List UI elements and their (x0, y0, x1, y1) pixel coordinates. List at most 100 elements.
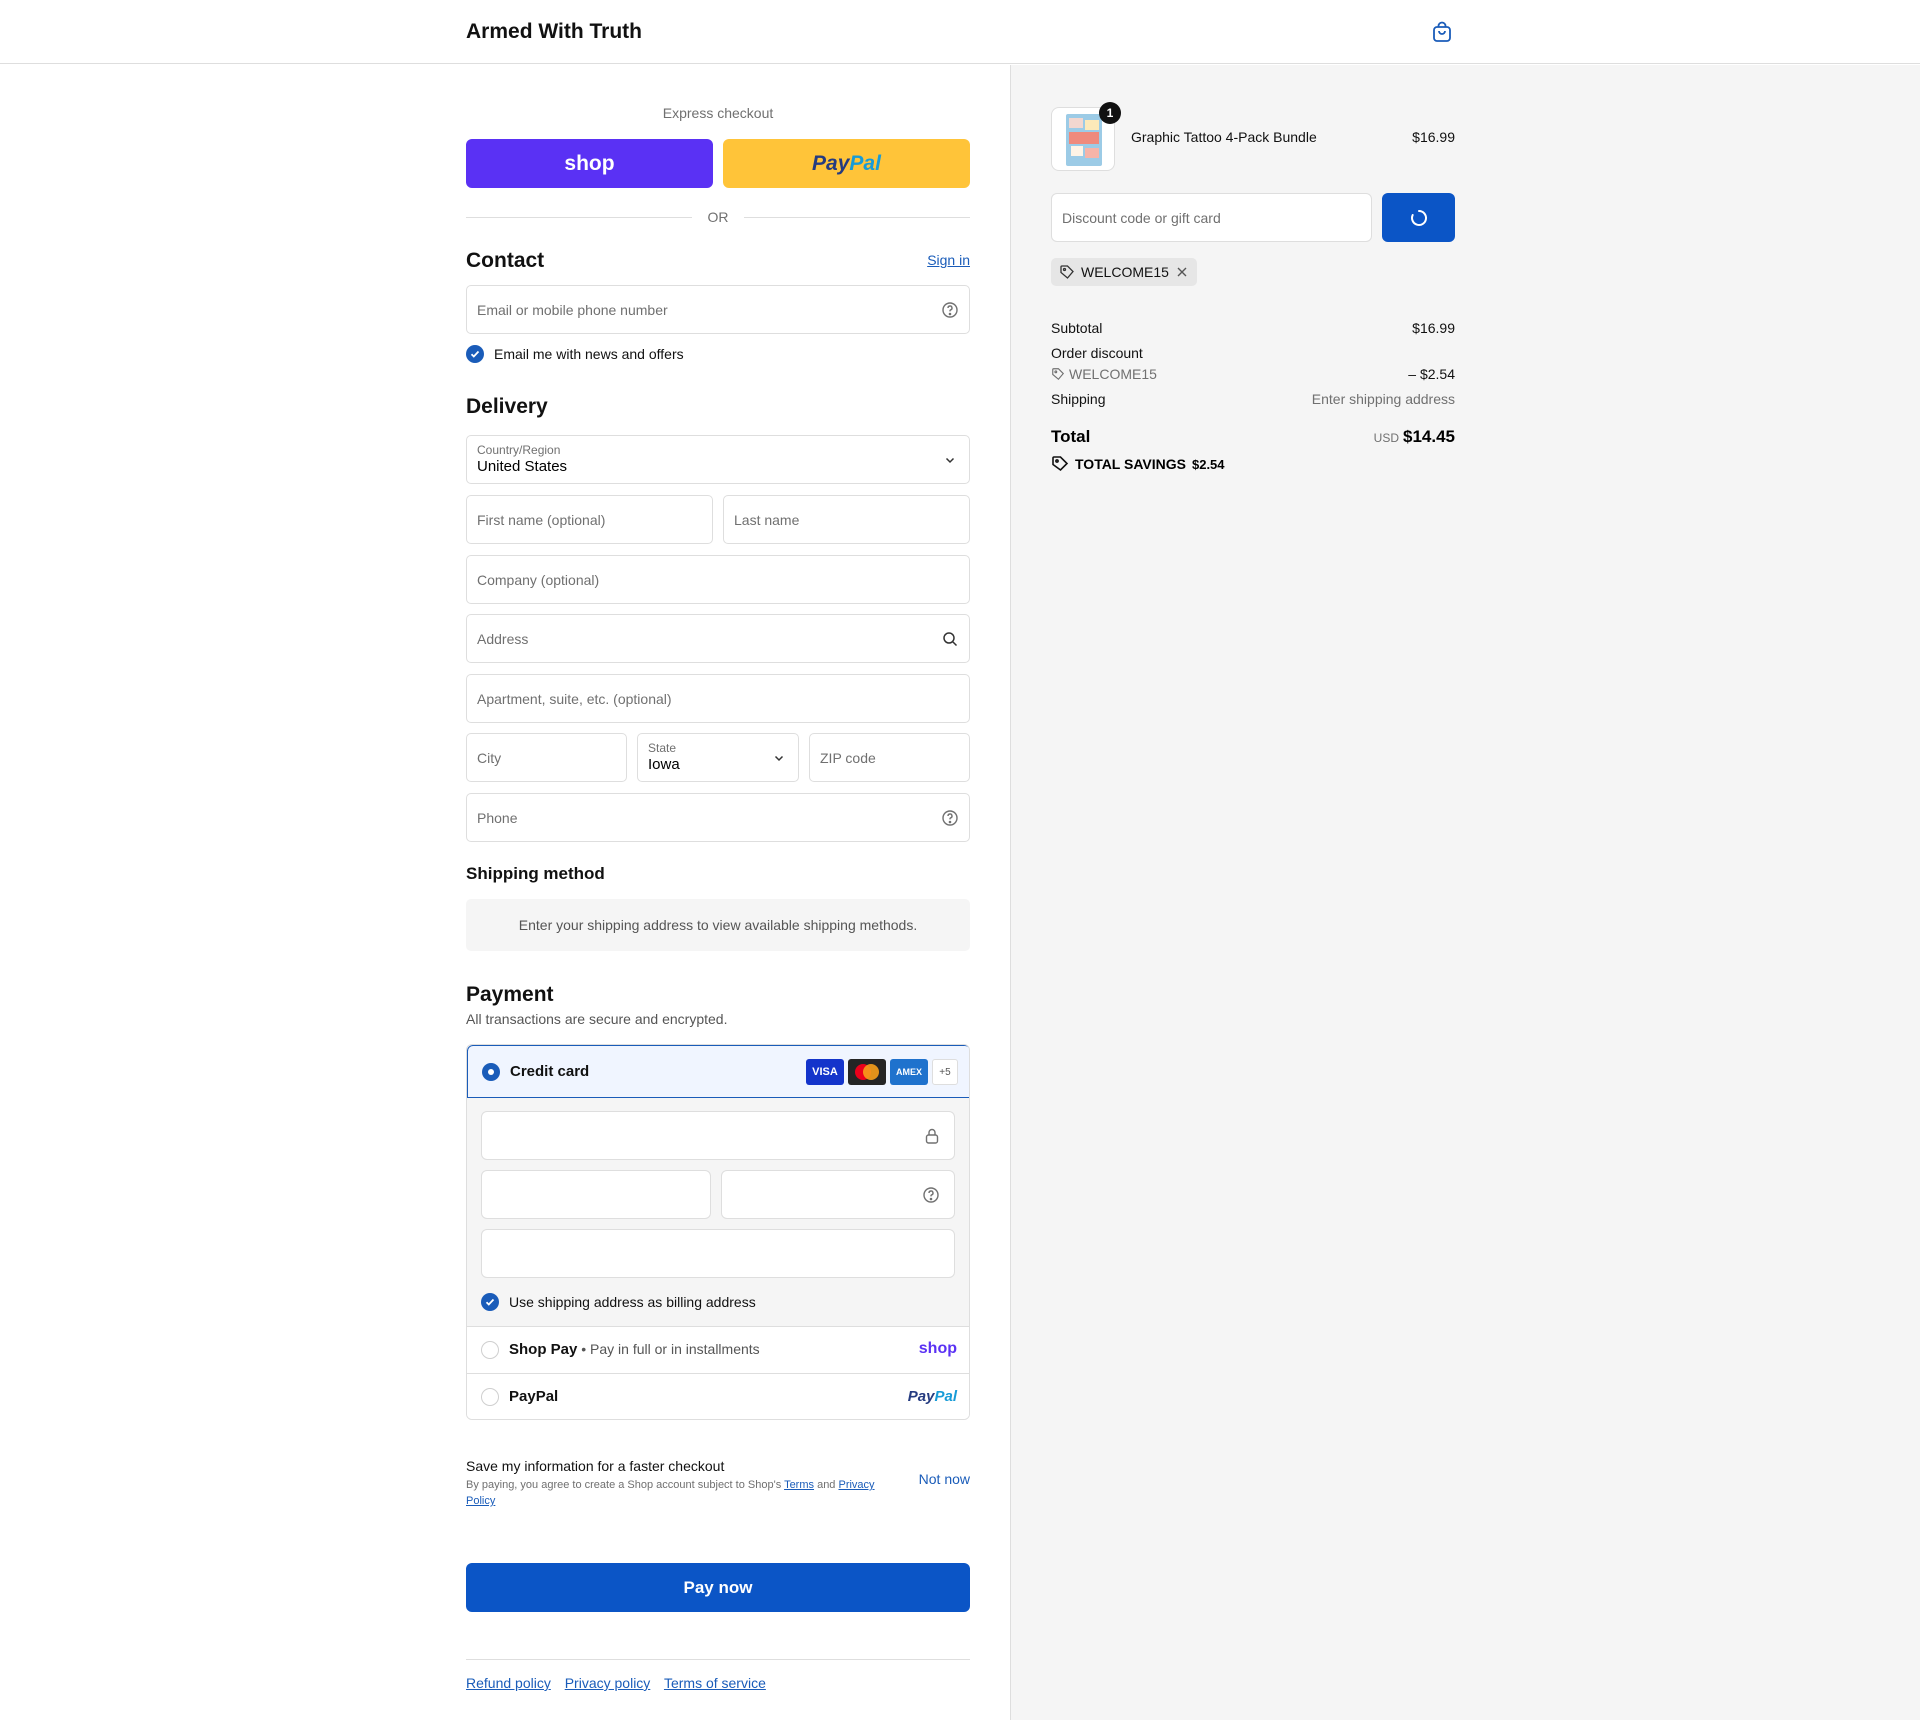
lock-icon (925, 1128, 939, 1144)
checkmark-icon (470, 350, 480, 358)
shop-pay-label: Shop Pay (509, 1341, 578, 1358)
apartment-field[interactable]: Apartment, suite, etc. (optional) (466, 674, 970, 723)
subtotal-label: Subtotal (1051, 320, 1103, 336)
express-checkout-title: Express checkout (662, 105, 774, 121)
credit-card-radio[interactable] (482, 1063, 500, 1081)
email-placeholder: Email or mobile phone number (477, 302, 668, 318)
product-name: Graphic Tattoo 4-Pack Bundle (1131, 129, 1317, 145)
phone-field[interactable]: Phone (466, 793, 970, 842)
order-discount-label: Order discount (1051, 345, 1143, 361)
refund-policy-link[interactable]: Refund policy (466, 1675, 551, 1691)
paypal-radio[interactable] (481, 1388, 499, 1406)
not-now-button[interactable]: Not now (919, 1471, 970, 1487)
applied-discount-code: WELCOME15 (1081, 264, 1169, 280)
credit-card-option[interactable]: Credit card VISA AMEX +5 (467, 1045, 969, 1098)
payment-heading: Payment (466, 983, 554, 1006)
shipping-label: Shipping (1051, 391, 1106, 407)
pay-now-button[interactable]: Pay now (466, 1563, 970, 1612)
order-summary-panel (1010, 65, 1920, 1720)
save-info-description: By paying, you agree to create a Shop ac… (466, 1479, 875, 1507)
shop-pay-express-button[interactable]: shop (466, 139, 713, 188)
shop-logo: shop (564, 151, 615, 175)
discount-code-placeholder: Discount code or gift card (1062, 210, 1221, 226)
savings-value: $2.54 (1191, 456, 1225, 472)
or-divider: OR (466, 207, 970, 227)
shop-pay-description: • Pay in full or in installments (581, 1341, 760, 1357)
first-name-field[interactable]: First name (optional) (466, 495, 713, 544)
paypal-logo: PayPal (907, 1388, 957, 1405)
name-on-card-field[interactable] (481, 1229, 955, 1278)
apply-discount-button[interactable] (1382, 193, 1455, 242)
news-checkbox[interactable] (466, 345, 484, 363)
savings-label: TOTAL SAVINGS (1075, 456, 1186, 472)
delivery-heading: Delivery (466, 395, 548, 418)
footer-links: Refund policy Privacy policy Terms of se… (466, 1675, 776, 1691)
email-field[interactable]: Email or mobile phone number (466, 285, 970, 334)
store-name[interactable]: Armed With Truth (466, 20, 642, 44)
tag-icon (1060, 265, 1074, 279)
payment-methods: Credit card VISA AMEX +5 Use shipping ad… (466, 1044, 970, 1420)
paypal-logo-pal: Pal (849, 151, 881, 175)
discount-code: WELCOME15 (1051, 366, 1157, 382)
shopping-bag-icon[interactable] (1430, 20, 1454, 44)
total-label: Total (1051, 427, 1091, 446)
state-select[interactable]: State Iowa (637, 733, 799, 782)
privacy-policy-link[interactable]: Privacy policy (565, 1675, 651, 1691)
last-name-placeholder: Last name (734, 512, 800, 528)
terms-of-service-link[interactable]: Terms of service (664, 1675, 766, 1691)
payment-subtitle: All transactions are secure and encrypte… (466, 1011, 728, 1027)
shop-pay-radio[interactable] (481, 1341, 499, 1359)
paypal-express-button[interactable]: Pay Pal (723, 139, 970, 188)
paypal-label: PayPal (509, 1388, 559, 1405)
help-icon[interactable] (922, 1186, 940, 1204)
discount-row: WELCOME15 – $2.54 (1051, 366, 1455, 384)
phone-placeholder: Phone (477, 810, 518, 826)
news-checkbox-label: Email me with news and offers (494, 346, 684, 362)
footer-divider (466, 1659, 970, 1660)
loading-spinner-icon (1410, 209, 1427, 226)
quantity-badge: 1 (1099, 102, 1121, 124)
shop-terms-link[interactable]: Terms (784, 1479, 814, 1491)
country-label: Country/Region (477, 443, 561, 457)
billing-address-checkbox[interactable] (481, 1293, 499, 1311)
city-placeholder: City (477, 750, 502, 766)
discount-code-field[interactable]: Discount code or gift card (1051, 193, 1372, 242)
savings-tag-icon (1052, 456, 1069, 472)
applied-discount-chip: WELCOME15 (1051, 258, 1197, 286)
country-value: United States (477, 458, 568, 475)
billing-address-label: Use shipping address as billing address (509, 1294, 756, 1310)
security-code-field[interactable] (721, 1170, 955, 1219)
paypal-option[interactable]: PayPal PayPal (467, 1374, 969, 1419)
checkmark-icon (485, 1298, 495, 1306)
divider-line (744, 217, 970, 218)
city-field[interactable]: City (466, 733, 627, 782)
card-number-field[interactable] (481, 1111, 955, 1160)
address-field[interactable]: Address (466, 614, 970, 663)
shipping-value: Enter shipping address (1311, 391, 1455, 407)
subtotal-row: Subtotal $16.99 (1051, 320, 1455, 336)
sign-in-link[interactable]: Sign in (927, 252, 970, 268)
paypal-logo-pay: Pay (812, 151, 850, 175)
zip-field[interactable]: ZIP code (809, 733, 970, 782)
shipping-row: Shipping Enter shipping address (1051, 391, 1455, 407)
shop-pay-logo: shop (918, 1340, 957, 1357)
product-price: $16.99 (1412, 129, 1455, 145)
last-name-field[interactable]: Last name (723, 495, 970, 544)
company-placeholder: Company (optional) (477, 572, 600, 588)
address-placeholder: Address (477, 631, 529, 647)
country-select[interactable]: Country/Region United States (466, 435, 970, 484)
discount-value: – $2.54 (1408, 366, 1455, 382)
more-cards-badge: +5 (932, 1059, 958, 1085)
help-icon[interactable] (941, 809, 959, 827)
save-info-title: Save my information for a faster checkou… (466, 1458, 725, 1474)
credit-card-form: Use shipping address as billing address (467, 1098, 969, 1327)
remove-discount-icon[interactable] (1175, 265, 1189, 279)
company-field[interactable]: Company (optional) (466, 555, 970, 604)
expiration-date-field[interactable] (481, 1170, 711, 1219)
shop-pay-option[interactable]: Shop Pay • Pay in full or in installment… (467, 1327, 969, 1374)
apartment-placeholder: Apartment, suite, etc. (optional) (477, 691, 672, 707)
total-savings: TOTAL SAVINGS $2.54 (1051, 455, 1225, 473)
help-icon[interactable] (941, 301, 959, 319)
header: Armed With Truth (0, 0, 1920, 64)
amex-icon: AMEX (890, 1059, 928, 1085)
